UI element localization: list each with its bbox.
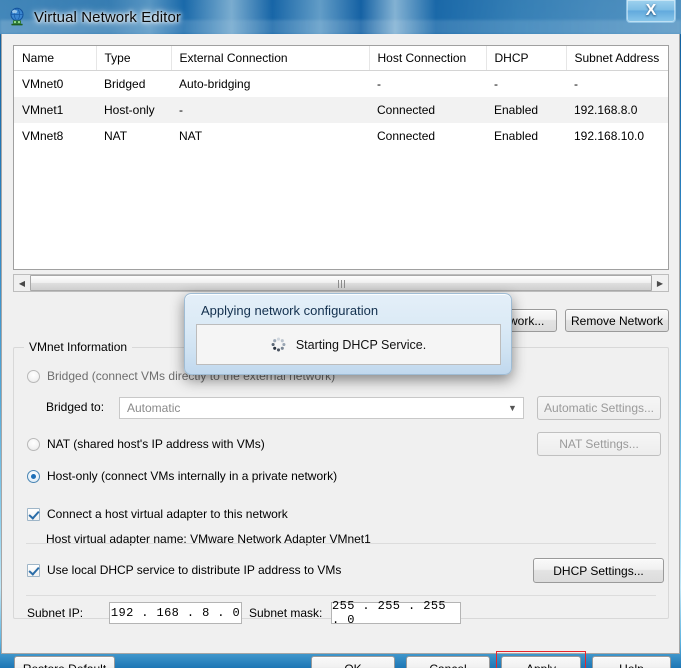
local-dhcp-row[interactable]: Use local DHCP service to distribute IP …	[27, 563, 341, 577]
cell-external-connection: NAT	[179, 129, 203, 143]
cell-name: VMnet8	[22, 129, 64, 143]
cell-dhcp: -	[494, 77, 498, 91]
host-only-radio-label: Host-only (connect VMs internally in a p…	[47, 469, 338, 483]
nat-radio-label: NAT (shared host's IP address with VMs)	[47, 437, 265, 451]
bridged-to-label-row: Bridged to:	[46, 400, 104, 414]
connect-host-adapter-label: Connect a host virtual adapter to this n…	[47, 507, 288, 521]
cell-name: VMnet1	[14, 97, 96, 123]
cell-external-connection: -	[171, 97, 369, 123]
subnet-mask-label: Subnet mask:	[249, 606, 323, 620]
applying-configuration-dialog: Applying network configuration Starting …	[184, 293, 512, 375]
networks-table-container[interactable]: Name Type External Connection Host Conne…	[13, 45, 669, 270]
use-local-dhcp-label: Use local DHCP service to distribute IP …	[47, 563, 342, 577]
cell-dhcp: Enabled	[494, 129, 539, 143]
remove-network-button[interactable]: Remove Network	[565, 309, 669, 332]
column-header-dhcp[interactable]: DHCP	[486, 46, 567, 71]
cancel-button[interactable]: Cancel	[406, 656, 490, 668]
screen: Virtual Network Editor X Name Type Exter…	[0, 0, 681, 668]
table-row[interactable]: VMnet0 Bridged Auto-bridging - - -	[14, 71, 668, 98]
modal-status-row: Starting DHCP Service.	[271, 337, 426, 352]
vmnet-information-label: VMnet Information	[24, 340, 133, 354]
cell-type: NAT	[104, 129, 128, 143]
modal-message: Starting DHCP Service.	[295, 337, 427, 352]
use-local-dhcp-checkbox[interactable]	[27, 563, 40, 577]
bridged-to-label: Bridged to:	[46, 400, 105, 414]
ok-button[interactable]: OK	[311, 656, 395, 668]
automatic-settings-button[interactable]: Automatic Settings...	[537, 396, 661, 420]
title-bar: Virtual Network Editor X	[0, 0, 681, 34]
networks-table: Name Type External Connection Host Conne…	[14, 46, 668, 149]
grip-icon	[337, 276, 346, 290]
window-title: Virtual Network Editor	[34, 8, 181, 26]
restore-default-button[interactable]: Restore Default	[14, 656, 115, 668]
divider-upper	[26, 543, 656, 544]
modal-status-panel: Starting DHCP Service.	[196, 324, 501, 365]
bridged-to-value: Automatic	[127, 401, 181, 415]
cell-type: Host-only	[96, 97, 171, 123]
cell-host-connection: Connected	[377, 129, 436, 143]
subnet-ip-input[interactable]: 192 . 168 . 8 . 0	[109, 602, 242, 624]
column-header-external-connection[interactable]: External Connection	[171, 46, 370, 71]
bridged-to-combobox[interactable]: Automatic	[119, 397, 524, 419]
column-header-host-connection[interactable]: Host Connection	[369, 46, 487, 71]
cell-subnet-address: 192.168.10.0	[574, 129, 645, 143]
column-header-name[interactable]: Name	[14, 46, 97, 71]
cell-external-connection: Auto-bridging	[179, 77, 251, 91]
scrollbar-track[interactable]	[30, 275, 652, 291]
busy-spinner-icon	[271, 337, 286, 352]
connect-adapter-row[interactable]: Connect a host virtual adapter to this n…	[27, 507, 288, 521]
chevron-down-icon[interactable]: ▼	[501, 397, 524, 419]
nat-settings-button[interactable]: NAT Settings...	[537, 432, 661, 456]
hostonly-radio-row[interactable]: Host-only (connect VMs internally in a p…	[27, 469, 337, 483]
connect-host-adapter-checkbox[interactable]	[27, 507, 40, 521]
cell-dhcp: Enabled	[486, 97, 566, 123]
scrollbar-thumb[interactable]	[30, 275, 652, 291]
bridged-radio[interactable]	[27, 369, 40, 383]
modal-title: Applying network configuration	[201, 303, 379, 318]
divider-lower	[26, 595, 656, 596]
apply-button[interactable]: Apply	[501, 656, 581, 668]
close-button[interactable]: X	[626, 0, 676, 23]
close-icon: X	[645, 2, 657, 19]
nat-radio[interactable]	[27, 437, 40, 451]
scroll-left-arrow-icon[interactable]: ◀	[14, 275, 30, 291]
table-row[interactable]: VMnet8 NAT NAT Connected Enabled 192.168…	[14, 123, 668, 149]
cell-subnet-address: 192.168.8.0	[566, 97, 668, 123]
virtual-network-icon	[7, 7, 27, 27]
cell-name: VMnet0	[22, 77, 64, 91]
cell-type: Bridged	[104, 77, 146, 91]
host-only-radio[interactable]	[27, 469, 40, 483]
horizontal-scrollbar[interactable]: ◀ ▶	[13, 274, 669, 292]
column-header-subnet-address[interactable]: Subnet Address	[566, 46, 668, 71]
subnet-ip-label-row: Subnet IP:	[27, 606, 83, 620]
help-button[interactable]: Help	[592, 656, 671, 668]
cell-host-connection: -	[377, 77, 381, 91]
subnet-mask-input[interactable]: 255 . 255 . 255 . 0	[331, 599, 461, 627]
subnet-ip-label: Subnet IP:	[27, 606, 84, 620]
cell-host-connection: Connected	[369, 97, 486, 123]
cell-subnet-address: -	[574, 77, 578, 91]
nat-radio-row[interactable]: NAT (shared host's IP address with VMs)	[27, 437, 265, 451]
column-header-type[interactable]: Type	[96, 46, 172, 71]
subnet-mask-label-row: Subnet mask:	[249, 606, 322, 620]
dhcp-settings-button[interactable]: DHCP Settings...	[533, 558, 664, 583]
scroll-right-arrow-icon[interactable]: ▶	[652, 275, 668, 291]
table-header-row: Name Type External Connection Host Conne…	[14, 46, 668, 71]
table-row[interactable]: VMnet1 Host-only - Connected Enabled 192…	[14, 97, 668, 123]
